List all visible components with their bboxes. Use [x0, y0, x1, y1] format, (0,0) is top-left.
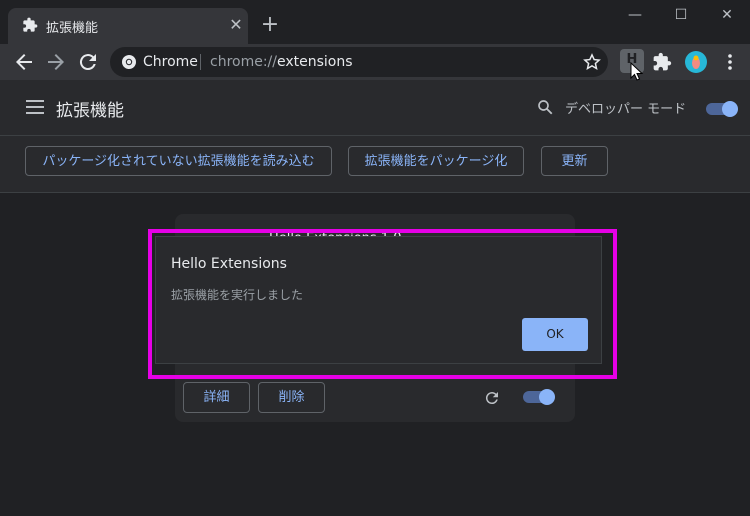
address-separator: [200, 54, 201, 70]
new-tab-button[interactable]: +: [258, 13, 282, 37]
pack-extension-button[interactable]: 拡張機能をパッケージ化: [348, 146, 524, 176]
minimize-button[interactable]: —: [612, 0, 658, 30]
ok-button[interactable]: OK: [522, 318, 588, 351]
search-icon[interactable]: [536, 98, 554, 116]
update-button[interactable]: 更新: [541, 146, 608, 176]
tab-title: 拡張機能: [46, 21, 99, 36]
site-label: Chrome: [143, 54, 198, 70]
url-prefix: chrome://: [210, 54, 277, 70]
extensions-header: 拡張機能 デベロッパー モード: [0, 80, 750, 136]
toggle-knob: [722, 101, 738, 117]
tab-extensions[interactable]: 拡張機能 ✕: [8, 8, 248, 44]
more-menu-icon[interactable]: [720, 50, 740, 74]
remove-button[interactable]: 削除: [258, 382, 325, 413]
details-button[interactable]: 詳細: [183, 382, 250, 413]
url-path: extensions: [277, 54, 353, 70]
url-text: chrome://extensions: [210, 54, 353, 70]
profile-avatar[interactable]: [685, 51, 707, 73]
tab-close-icon[interactable]: ✕: [226, 15, 246, 35]
avatar-figure-icon: [692, 55, 700, 69]
forward-arrow-icon[interactable]: [44, 50, 68, 74]
extensions-action-bar: パッケージ化されていない拡張機能を読み込む 拡張機能をパッケージ化 更新: [0, 136, 750, 193]
address-bar[interactable]: Chrome chrome://extensions: [110, 47, 608, 77]
tab-strip: 拡張機能 ✕ + — ☐ ✕: [0, 0, 750, 44]
extensions-puzzle-icon[interactable]: [652, 52, 672, 72]
reload-extension-icon[interactable]: [483, 389, 501, 407]
back-arrow-icon[interactable]: [12, 50, 36, 74]
dialog-message: 拡張機能を実行しました: [171, 288, 304, 302]
toggle-knob: [539, 389, 555, 405]
developer-mode-toggle[interactable]: [706, 101, 740, 117]
window-close-button[interactable]: ✕: [704, 0, 750, 30]
chrome-logo-icon: [122, 55, 136, 69]
extension-enable-toggle[interactable]: [523, 389, 557, 405]
load-unpacked-button[interactable]: パッケージ化されていない拡張機能を読み込む: [25, 146, 332, 176]
hamburger-menu-icon[interactable]: [26, 99, 44, 115]
developer-mode-label: デベロッパー モード: [565, 102, 687, 117]
puzzle-icon: [23, 17, 38, 32]
bookmark-star-icon[interactable]: [582, 52, 602, 72]
reload-icon[interactable]: [76, 50, 100, 74]
dialog-title: Hello Extensions: [171, 256, 287, 272]
maximize-button[interactable]: ☐: [658, 0, 704, 30]
mouse-cursor-icon: [630, 62, 644, 81]
alert-dialog: Hello Extensions 拡張機能を実行しました OK: [155, 236, 602, 364]
page-title: 拡張機能: [56, 101, 124, 121]
